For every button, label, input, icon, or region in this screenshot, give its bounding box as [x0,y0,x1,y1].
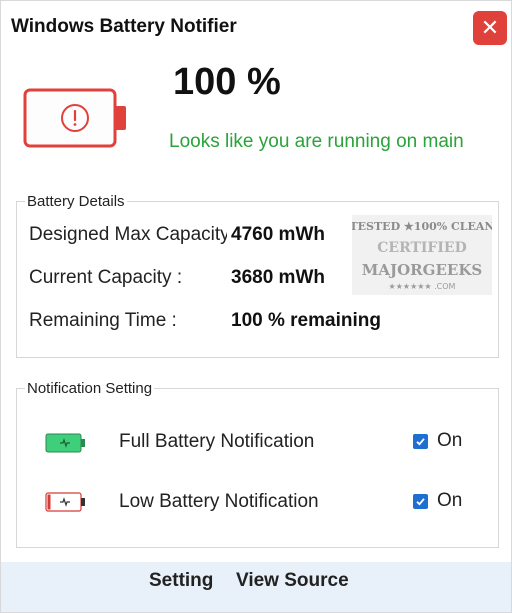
stamp-line-1: TESTED ★100% CLEAN [352,220,492,233]
full-battery-icon [45,433,85,453]
full-battery-notification-state[interactable]: On [437,430,462,452]
remaining-time-label: Remaining Time : [29,310,177,331]
close-button[interactable]: ✕ [473,11,507,45]
stamp-line-2: CERTIFIED [377,240,466,256]
low-battery-notification-state[interactable]: On [437,490,462,512]
low-battery-icon [45,492,85,512]
notification-settings-group: Notification Setting Full Battery Notifi… [16,380,499,548]
current-capacity-value: 3680 mWh [231,267,325,288]
app-window: Windows Battery Notifier ✕ 100 % Looks l… [0,0,512,613]
battery-status-icon [23,88,126,148]
checkmark-icon [416,438,425,446]
designed-capacity-value: 4760 mWh [231,224,325,245]
stamp-line-4: ★★★★★★ .COM [389,282,456,291]
title-bar[interactable]: Windows Battery Notifier ✕ [1,1,511,51]
battery-details-group: Battery Details Designed Max Capacity : … [16,193,499,358]
footer-bar: Setting View Source [1,562,511,612]
full-battery-notification-label: Full Battery Notification [119,431,315,452]
designed-capacity-label: Designed Max Capacity : [29,224,227,245]
current-capacity-label: Current Capacity : [29,267,183,288]
remaining-time-value: 100 % remaining [231,310,381,331]
full-battery-notification-checkbox[interactable] [413,434,428,449]
close-icon: ✕ [480,15,500,40]
checkmark-icon [416,498,425,506]
power-status-text: Looks like you are running on main [169,131,464,152]
view-source-link[interactable]: View Source [236,570,349,592]
majorgeeks-certified-stamp: TESTED ★100% CLEAN CERTIFIED MAJORGEEKS … [352,215,492,295]
main-content: 100 % Looks like you are running on main… [1,51,511,562]
low-battery-notification-label: Low Battery Notification [119,491,319,512]
stamp-line-3: MAJORGEEKS [362,261,482,279]
notification-settings-legend: Notification Setting [25,380,155,397]
low-battery-notification-checkbox[interactable] [413,494,428,509]
battery-details-legend: Battery Details [25,193,127,210]
setting-link[interactable]: Setting [149,570,213,592]
window-title: Windows Battery Notifier [11,16,237,37]
battery-percent: 100 % [173,61,281,103]
